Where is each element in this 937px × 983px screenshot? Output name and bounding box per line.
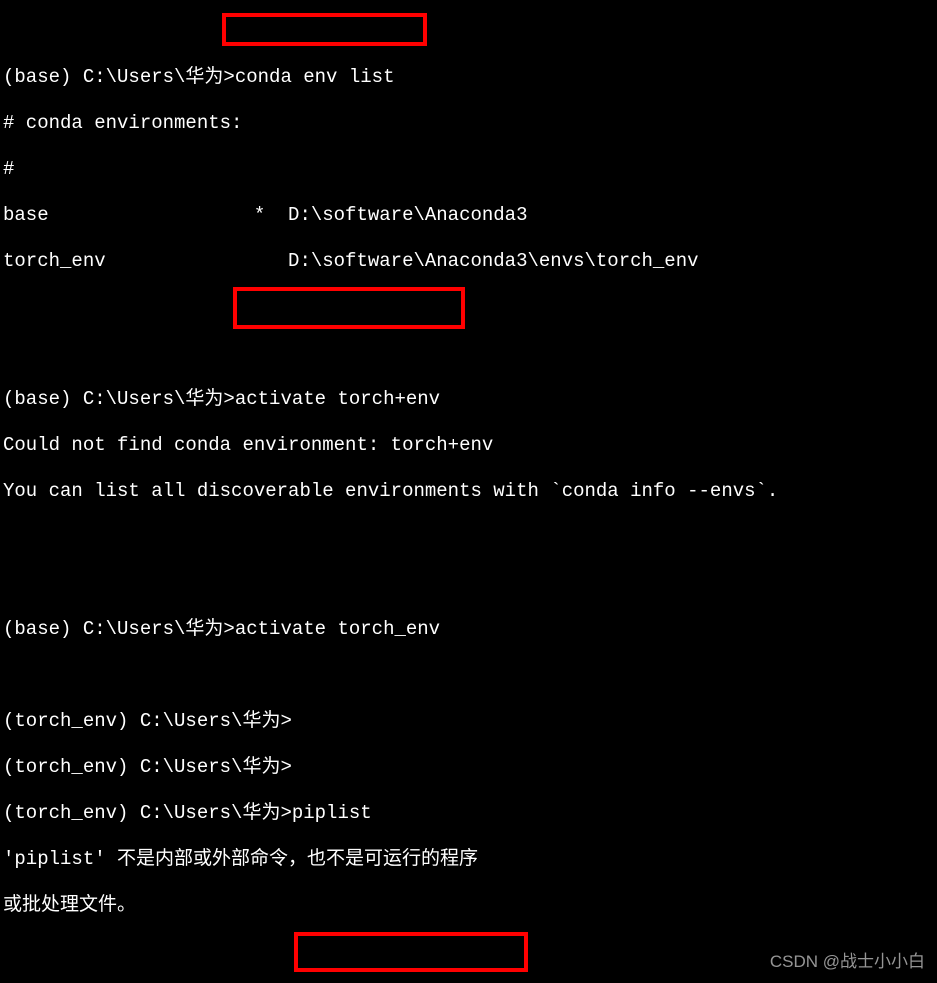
error-line: You can list all discoverable environmen… bbox=[3, 480, 937, 503]
error-line: 或批处理文件。 bbox=[3, 894, 937, 917]
output-line: # conda environments: bbox=[3, 112, 937, 135]
terminal-window[interactable]: (base) C:\Users\华为>conda env list # cond… bbox=[0, 0, 937, 983]
prompt: (base) C:\Users\华为> bbox=[3, 388, 235, 410]
env-torch: torch_env D:\software\Anaconda3\envs\tor… bbox=[3, 250, 937, 273]
line-torch-prompt: (torch_env) C:\Users\华为> bbox=[3, 710, 937, 733]
command-text: activate torch_env bbox=[235, 618, 440, 640]
command-text: conda env list bbox=[235, 66, 395, 88]
line-env-list: (base) C:\Users\华为>conda env list bbox=[3, 66, 937, 89]
env-base: base * D:\software\Anaconda3 bbox=[3, 204, 937, 227]
blank-line bbox=[3, 526, 937, 549]
blank-line bbox=[3, 572, 937, 595]
watermark: CSDN @战士小小白 bbox=[770, 950, 925, 973]
line-piplist-wrong: (torch_env) C:\Users\华为>piplist bbox=[3, 802, 937, 825]
blank-line bbox=[3, 342, 937, 365]
line-activate-wrong: (base) C:\Users\华为>activate torch+env bbox=[3, 388, 937, 411]
prompt: (base) C:\Users\华为> bbox=[3, 618, 235, 640]
blank-line bbox=[3, 296, 937, 319]
error-line: Could not find conda environment: torch+… bbox=[3, 434, 937, 457]
output-line: # bbox=[3, 158, 937, 181]
prompt: (torch_env) C:\Users\华为> bbox=[3, 756, 292, 778]
highlight-box bbox=[222, 13, 427, 46]
command-text: piplist bbox=[292, 802, 372, 824]
prompt: (torch_env) C:\Users\华为> bbox=[3, 710, 292, 732]
command-text: activate torch+env bbox=[235, 388, 440, 410]
blank-line bbox=[3, 664, 937, 687]
line-activate-right: (base) C:\Users\华为>activate torch_env bbox=[3, 618, 937, 641]
error-line: 'piplist' 不是内部或外部命令，也不是可运行的程序 bbox=[3, 848, 937, 871]
prompt: (torch_env) C:\Users\华为> bbox=[3, 802, 292, 824]
line-torch-prompt: (torch_env) C:\Users\华为> bbox=[3, 756, 937, 779]
prompt: (base) C:\Users\华为> bbox=[3, 66, 235, 88]
